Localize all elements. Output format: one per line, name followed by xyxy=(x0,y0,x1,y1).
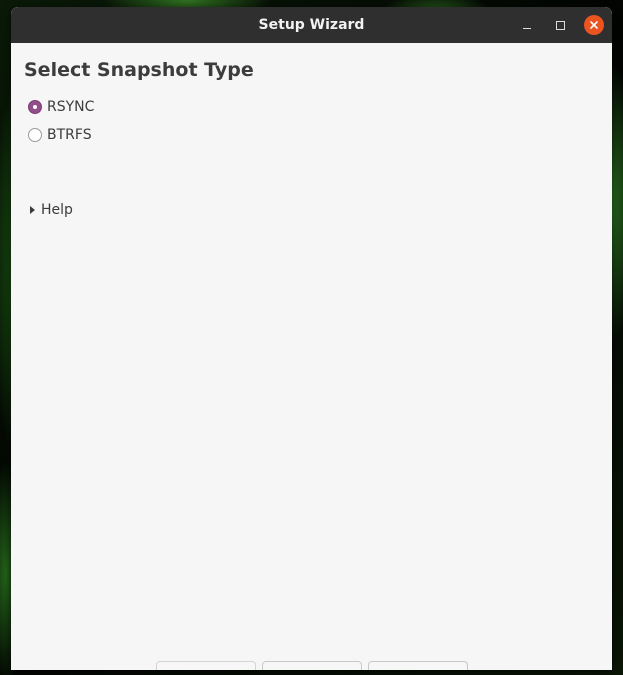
previous-button[interactable]: Previous xyxy=(156,661,256,670)
maximize-button[interactable] xyxy=(550,15,570,35)
help-expander[interactable]: Help xyxy=(30,202,73,218)
radio-label-rsync: RSYNC xyxy=(47,99,95,115)
setup-wizard-window: Setup Wizard Select Snapshot Type RSYNC … xyxy=(11,7,612,670)
close-button[interactable] xyxy=(584,15,604,35)
title-bar[interactable]: Setup Wizard xyxy=(11,7,612,43)
wizard-content: Select Snapshot Type RSYNC BTRFS Help Pr… xyxy=(11,43,612,670)
page-title: Select Snapshot Type xyxy=(24,59,254,81)
minimize-icon xyxy=(523,27,531,29)
radio-label-btrfs: BTRFS xyxy=(47,127,92,143)
expand-arrow-icon xyxy=(30,206,35,214)
help-expander-label: Help xyxy=(41,202,73,218)
radio-button-rsync[interactable] xyxy=(28,100,42,114)
minimize-button[interactable] xyxy=(517,15,537,35)
radio-button-btrfs[interactable] xyxy=(28,128,42,142)
finish-button[interactable]: Finish xyxy=(368,661,468,670)
next-button[interactable]: Next xyxy=(262,661,362,670)
radio-option-rsync[interactable]: RSYNC xyxy=(28,99,94,115)
radio-option-btrfs[interactable]: BTRFS xyxy=(28,127,92,143)
maximize-icon xyxy=(555,20,565,30)
close-icon xyxy=(590,21,598,29)
